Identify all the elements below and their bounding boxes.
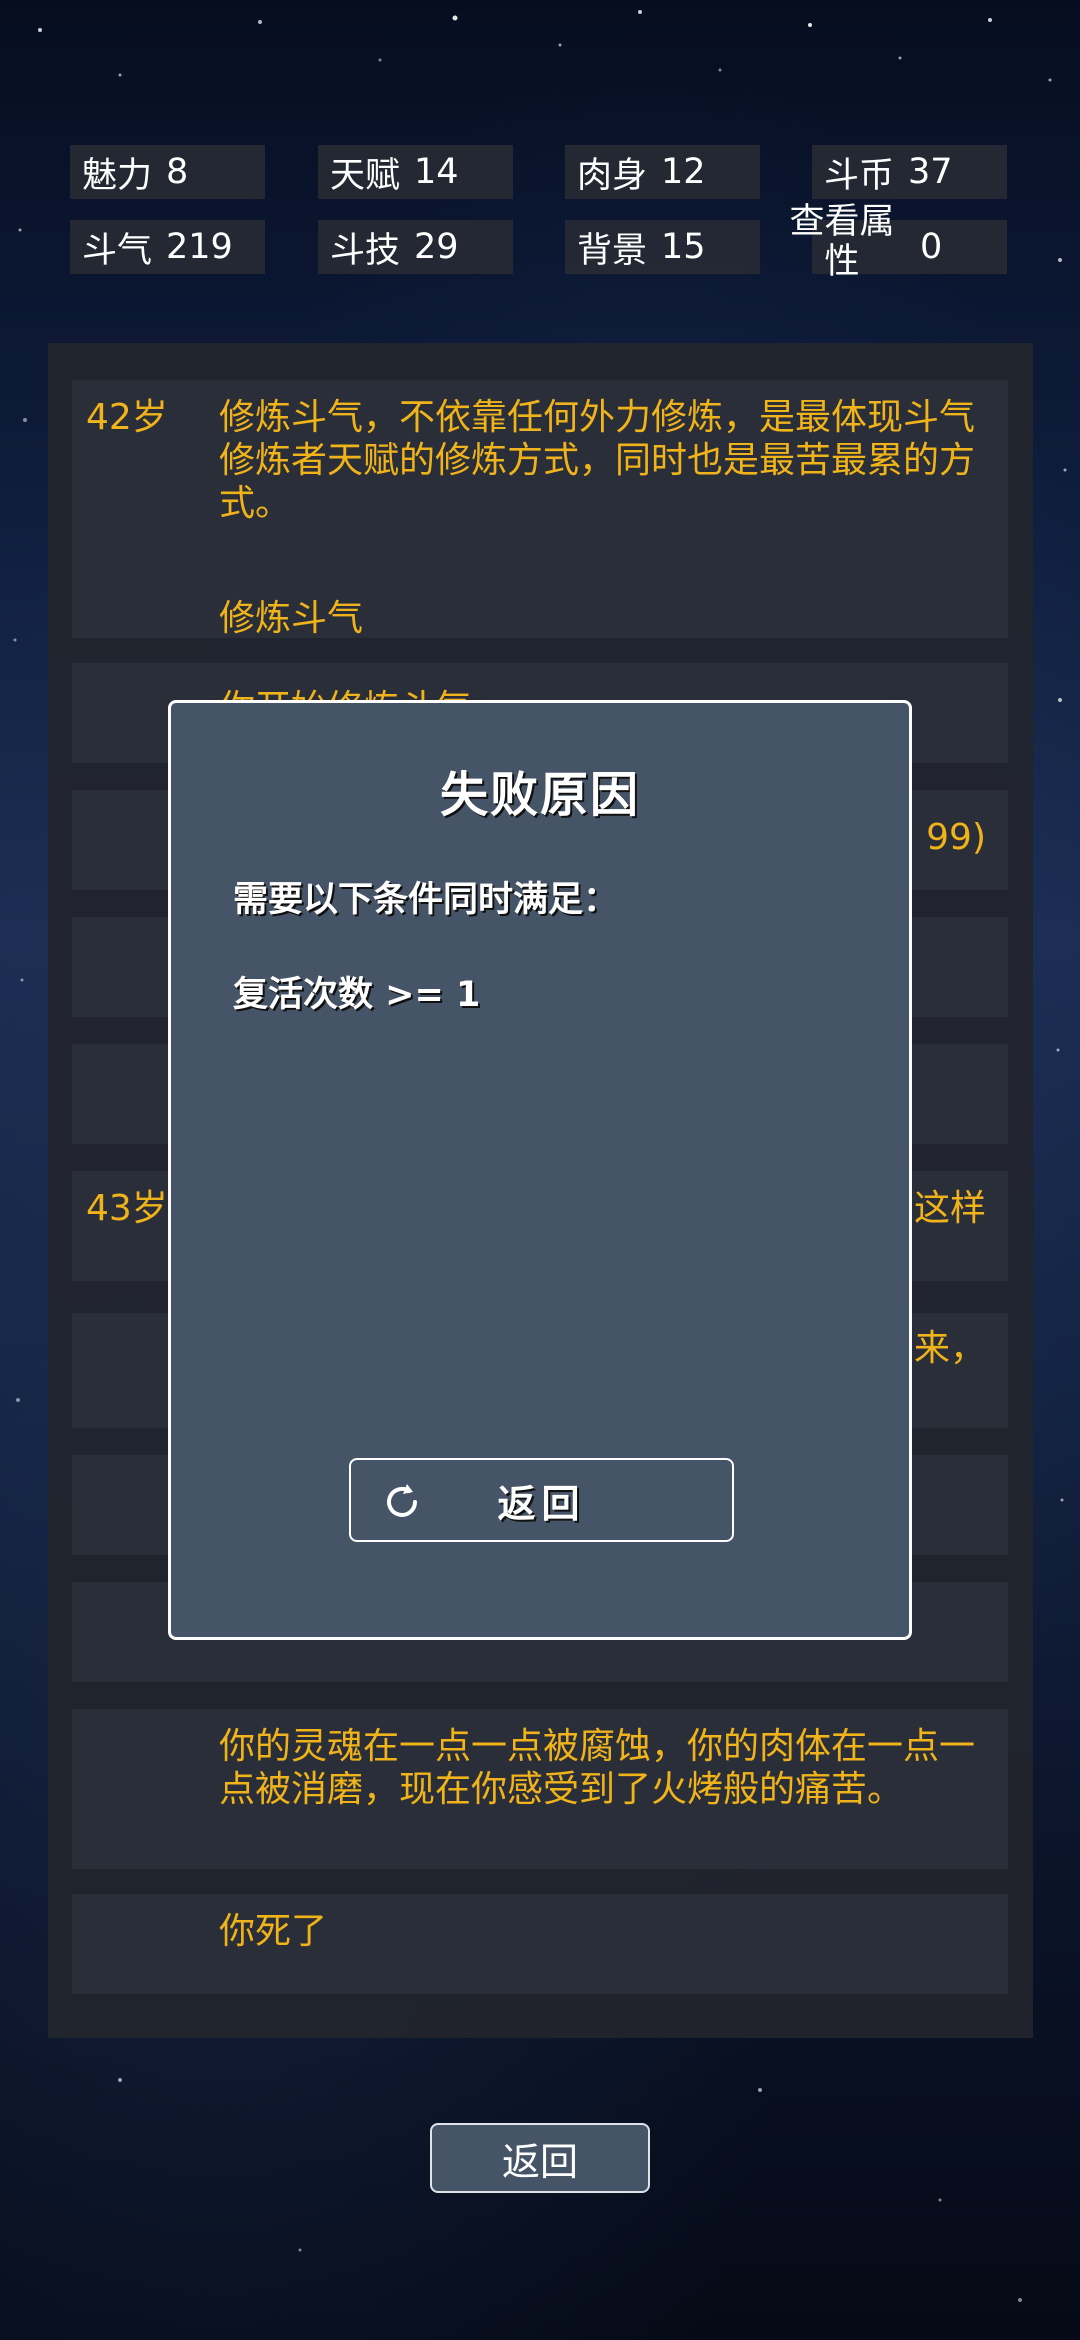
stat-label: 斗技 bbox=[330, 230, 401, 271]
stat-value: 37 bbox=[908, 152, 953, 192]
dialog-title: 失败原因 bbox=[439, 767, 640, 823]
dialog-return-button[interactable]: 返回 bbox=[349, 1458, 734, 1542]
return-button[interactable]: 返回 bbox=[430, 2123, 650, 2193]
stat-charm: 魅力 8 bbox=[70, 145, 265, 199]
stat-value: 8 bbox=[166, 152, 189, 192]
stat-value: 15 bbox=[661, 227, 706, 267]
stat-value: 29 bbox=[414, 227, 459, 267]
view-attributes-stat[interactable]: 查看属性 0 bbox=[789, 202, 1007, 282]
stat-talent: 天赋 14 bbox=[318, 145, 513, 199]
log-text: 你死了 bbox=[219, 1911, 328, 1952]
stat-label: 肉身 bbox=[577, 155, 648, 196]
log-entry: 你死了 bbox=[72, 1894, 1008, 1994]
view-attributes-label[interactable]: 查看属性 bbox=[782, 202, 902, 282]
condition-revive-count: 复活次数 >= 1 bbox=[233, 975, 481, 1015]
log-text-tail: 这样 bbox=[913, 1188, 986, 1229]
stat-label: 背景 bbox=[577, 230, 648, 271]
log-age: 42岁 bbox=[86, 397, 168, 438]
stat-body: 肉身 12 bbox=[565, 145, 760, 199]
stat-coins: 斗币 37 bbox=[812, 145, 1007, 199]
stat-label: 天赋 bbox=[330, 155, 401, 196]
log-text: 修炼斗气，不依靠任何外力修炼，是最体现斗气修炼者天赋的修炼方式，同时也是最苦最累… bbox=[219, 397, 976, 524]
stat-label: 魅力 bbox=[82, 155, 153, 196]
stat-label: 斗气 bbox=[82, 230, 153, 271]
stat-value: 14 bbox=[414, 152, 459, 192]
stat-douqi: 斗气 219 bbox=[70, 220, 265, 274]
stat-skill: 斗技 29 bbox=[318, 220, 513, 274]
stat-value: 219 bbox=[166, 227, 233, 267]
log-text-tail: 99) bbox=[926, 817, 986, 858]
log-text: 你的灵魂在一点一点被腐蚀，你的肉体在一点一点被消磨，现在你感受到了火烤般的痛苦。 bbox=[219, 1726, 976, 1810]
stat-value: 12 bbox=[661, 152, 706, 192]
stat-label: 斗币 bbox=[824, 155, 895, 196]
return-button-label: 返回 bbox=[501, 2139, 578, 2184]
log-age: 43岁 bbox=[86, 1188, 168, 1229]
failure-reason-dialog: 失败原因 需要以下条件同时满足： 复活次数 >= 1 返回 bbox=[168, 700, 912, 1640]
log-entry: 42岁 修炼斗气，不依靠任何外力修炼，是最体现斗气修炼者天赋的修炼方式，同时也是… bbox=[72, 380, 1008, 639]
log-subtext: 修炼斗气 bbox=[219, 598, 364, 639]
log-text-tail: 来， bbox=[913, 1328, 986, 1369]
dialog-return-label: 返回 bbox=[497, 1481, 586, 1526]
condition-intro: 需要以下条件同时满足： bbox=[233, 880, 619, 920]
stat-value: 0 bbox=[920, 227, 943, 267]
stat-background: 背景 15 bbox=[565, 220, 760, 274]
log-entry: 你的灵魂在一点一点被腐蚀，你的肉体在一点一点被消磨，现在你感受到了火烤般的痛苦。 bbox=[72, 1709, 1008, 1869]
